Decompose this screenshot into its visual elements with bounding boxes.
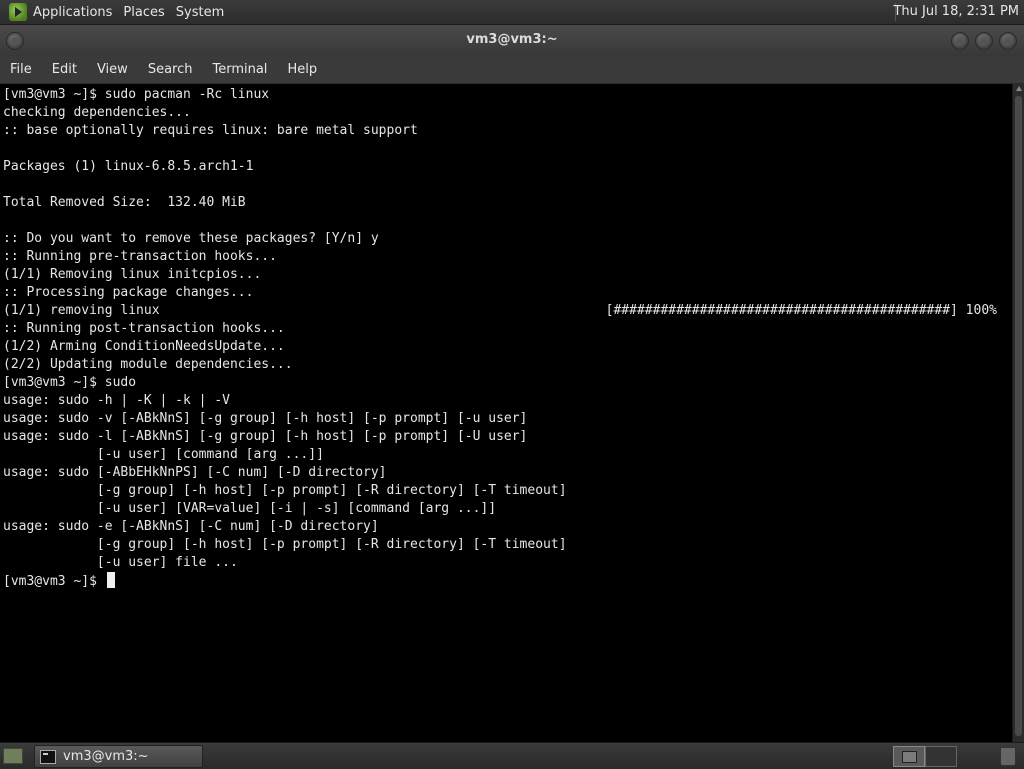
menu-edit[interactable]: Edit: [42, 62, 87, 77]
terminal-prompt: [vm3@vm3 ~]$: [3, 574, 105, 589]
text-cursor: [106, 572, 115, 588]
terminal-line: [-u user] [VAR=value] [-i | -s] [command…: [3, 501, 497, 516]
terminal-line: Packages (1) linux-6.8.5.arch1-1: [3, 159, 254, 174]
terminal-line: usage: sudo [-ABbEHkNnPS] [-C num] [-D d…: [3, 465, 387, 480]
terminal-line: [-u user] file ...: [3, 555, 238, 570]
scroll-up-arrow-icon[interactable]: [1016, 86, 1022, 91]
places-menu[interactable]: Places: [121, 5, 173, 20]
menu-terminal[interactable]: Terminal: [202, 62, 277, 77]
taskbar-window-button[interactable]: vm3@vm3:~: [34, 745, 203, 768]
workspace-2-switcher[interactable]: [925, 746, 957, 767]
terminal-scrollbar[interactable]: [1012, 84, 1024, 742]
close-button[interactable]: [999, 32, 1017, 50]
minimize-button[interactable]: [951, 32, 969, 50]
system-menu[interactable]: System: [174, 5, 233, 20]
scrollbar-thumb[interactable]: [1015, 96, 1022, 736]
terminal-line: :: Do you want to remove these packages?…: [3, 231, 379, 246]
terminal-output[interactable]: [vm3@vm3 ~]$ sudo pacman -Rc linux check…: [0, 84, 1012, 742]
window-title: vm3@vm3:~: [466, 32, 558, 47]
terminal-line: (2/2) Updating module dependencies...: [3, 357, 293, 372]
terminal-line: [-g group] [-h host] [-p prompt] [-R dir…: [3, 483, 567, 498]
applications-menu[interactable]: Applications: [33, 5, 121, 20]
distro-logo-icon[interactable]: [9, 3, 27, 21]
terminal-line: usage: sudo -h | -K | -k | -V: [3, 393, 230, 408]
menu-search[interactable]: Search: [138, 62, 203, 77]
menu-view[interactable]: View: [87, 62, 138, 77]
terminal-icon: [40, 749, 56, 764]
trash-icon[interactable]: [1000, 747, 1016, 766]
window-titlebar[interactable]: vm3@vm3:~: [0, 25, 1024, 56]
maximize-button[interactable]: [975, 32, 993, 50]
terminal-line: :: Processing package changes...: [3, 285, 254, 300]
terminal-line: [-g group] [-h host] [-p prompt] [-R dir…: [3, 537, 567, 552]
terminal-line: Total Removed Size: 132.40 MiB: [3, 195, 246, 210]
terminal-prompt-line[interactable]: [vm3@vm3 ~]$: [3, 572, 1012, 590]
menu-help[interactable]: Help: [277, 62, 327, 77]
terminal-line: usage: sudo -e [-ABkNnS] [-C num] [-D di…: [3, 519, 379, 534]
terminal-line: usage: sudo -v [-ABkNnS] [-g group] [-h …: [3, 411, 528, 426]
menu-file[interactable]: File: [0, 62, 42, 77]
terminal-line: [-u user] [command [arg ...]]: [3, 447, 324, 462]
terminal-line: (1/1) Removing linux initcpios...: [3, 267, 262, 282]
top-panel: Applications Places System Thu Jul 18, 2…: [0, 0, 1024, 25]
bottom-panel: vm3@vm3:~: [0, 742, 1024, 769]
menubar: File Edit View Search Terminal Help: [0, 56, 1024, 84]
terminal-line: :: Running post-transaction hooks...: [3, 321, 285, 336]
clock[interactable]: Thu Jul 18, 2:31 PM: [893, 4, 1019, 19]
terminal-line: checking dependencies...: [3, 105, 191, 120]
taskbar-window-label: vm3@vm3:~: [63, 749, 149, 764]
show-desktop-icon[interactable]: [3, 748, 23, 764]
terminal-line: (1/1) removing linux [##################…: [3, 303, 997, 318]
terminal-line: [vm3@vm3 ~]$ sudo pacman -Rc linux: [3, 87, 270, 102]
terminal-line: :: base optionally requires linux: bare …: [3, 123, 418, 138]
terminal-line: usage: sudo -l [-ABkNnS] [-g group] [-h …: [3, 429, 528, 444]
terminal-line: (1/2) Arming ConditionNeedsUpdate...: [3, 339, 285, 354]
terminal-line: :: Running pre-transaction hooks...: [3, 249, 277, 264]
terminal-line: [vm3@vm3 ~]$ sudo: [3, 375, 137, 390]
workspace-1-switcher[interactable]: [893, 746, 925, 767]
